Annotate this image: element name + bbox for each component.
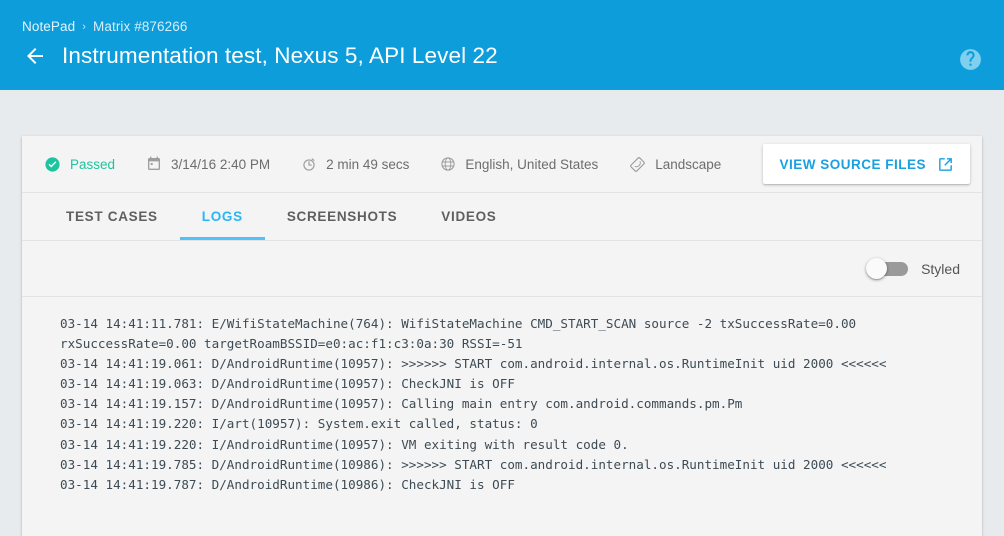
log-line: 03-14 14:41:19.220: I/art(10957): System…: [60, 414, 982, 434]
page-title: Instrumentation test, Nexus 5, API Level…: [62, 43, 498, 69]
log-line: 03-14 14:41:19.785: D/AndroidRuntime(109…: [60, 455, 982, 475]
tab-logs[interactable]: LOGS: [180, 193, 265, 240]
tab-logs-label: LOGS: [202, 209, 243, 224]
help-circle-icon[interactable]: [958, 47, 983, 72]
log-line: 03-14 14:41:19.063: D/AndroidRuntime(109…: [60, 374, 982, 394]
open-in-new-icon: [937, 156, 954, 173]
log-line: 03-14 14:41:19.220: I/AndroidRuntime(109…: [60, 435, 982, 455]
breadcrumb-current[interactable]: Matrix #876266: [93, 19, 187, 34]
screen-rotation-icon: [629, 156, 646, 173]
stopwatch-icon: [301, 156, 317, 172]
log-output[interactable]: 03-14 14:41:11.781: E/WifiStateMachine(7…: [22, 297, 982, 493]
styled-toggle-knob: [866, 258, 887, 279]
title-row: Instrumentation test, Nexus 5, API Level…: [22, 43, 498, 69]
app-header: NotePad › Matrix #876266 Instrumentation…: [0, 0, 1004, 90]
meta-locale: English, United States: [440, 156, 598, 172]
check-circle-icon: [44, 156, 61, 173]
meta-duration: 2 min 49 secs: [301, 156, 409, 172]
summary-bar: Passed 3/14/16 2:40 PM 2 min 49 secs: [22, 136, 982, 193]
calendar-icon: [146, 156, 162, 172]
styled-toggle[interactable]: [866, 258, 908, 280]
log-line: rxSuccessRate=0.00 targetRoamBSSID=e0:ac…: [60, 334, 982, 354]
log-line: 03-14 14:41:19.787: D/AndroidRuntime(109…: [60, 475, 982, 493]
tab-bar: TEST CASES LOGS SCREENSHOTS VIDEOS: [22, 193, 982, 241]
status-badge: Passed: [44, 156, 115, 173]
log-line: 03-14 14:41:19.157: D/AndroidRuntime(109…: [60, 394, 982, 414]
meta-orientation-label: Landscape: [655, 157, 721, 172]
breadcrumb: NotePad › Matrix #876266: [22, 19, 187, 34]
status-label: Passed: [70, 157, 115, 172]
tab-screenshots[interactable]: SCREENSHOTS: [265, 193, 419, 240]
meta-date-label: 3/14/16 2:40 PM: [171, 157, 270, 172]
meta-date: 3/14/16 2:40 PM: [146, 156, 270, 172]
breadcrumb-separator: ›: [82, 21, 86, 33]
logs-toolbar: Styled: [22, 241, 982, 297]
meta-locale-label: English, United States: [465, 157, 598, 172]
meta-orientation: Landscape: [629, 156, 721, 173]
view-source-files-label: VIEW SOURCE FILES: [779, 157, 926, 172]
test-result-card: Passed 3/14/16 2:40 PM 2 min 49 secs: [22, 136, 982, 536]
log-line: 03-14 14:41:11.781: E/WifiStateMachine(7…: [60, 314, 982, 334]
meta-duration-label: 2 min 49 secs: [326, 157, 409, 172]
globe-icon: [440, 156, 456, 172]
back-arrow-icon[interactable]: [22, 43, 48, 69]
tab-videos[interactable]: VIDEOS: [419, 193, 518, 240]
log-line: 03-14 14:41:19.061: D/AndroidRuntime(109…: [60, 354, 982, 374]
tab-test-cases[interactable]: TEST CASES: [44, 193, 180, 240]
tab-screenshots-label: SCREENSHOTS: [287, 209, 397, 224]
breadcrumb-root-link[interactable]: NotePad: [22, 19, 75, 34]
tab-test-cases-label: TEST CASES: [66, 209, 158, 224]
tab-videos-label: VIDEOS: [441, 209, 496, 224]
view-source-files-button[interactable]: VIEW SOURCE FILES: [763, 144, 970, 184]
styled-toggle-label: Styled: [921, 261, 960, 277]
